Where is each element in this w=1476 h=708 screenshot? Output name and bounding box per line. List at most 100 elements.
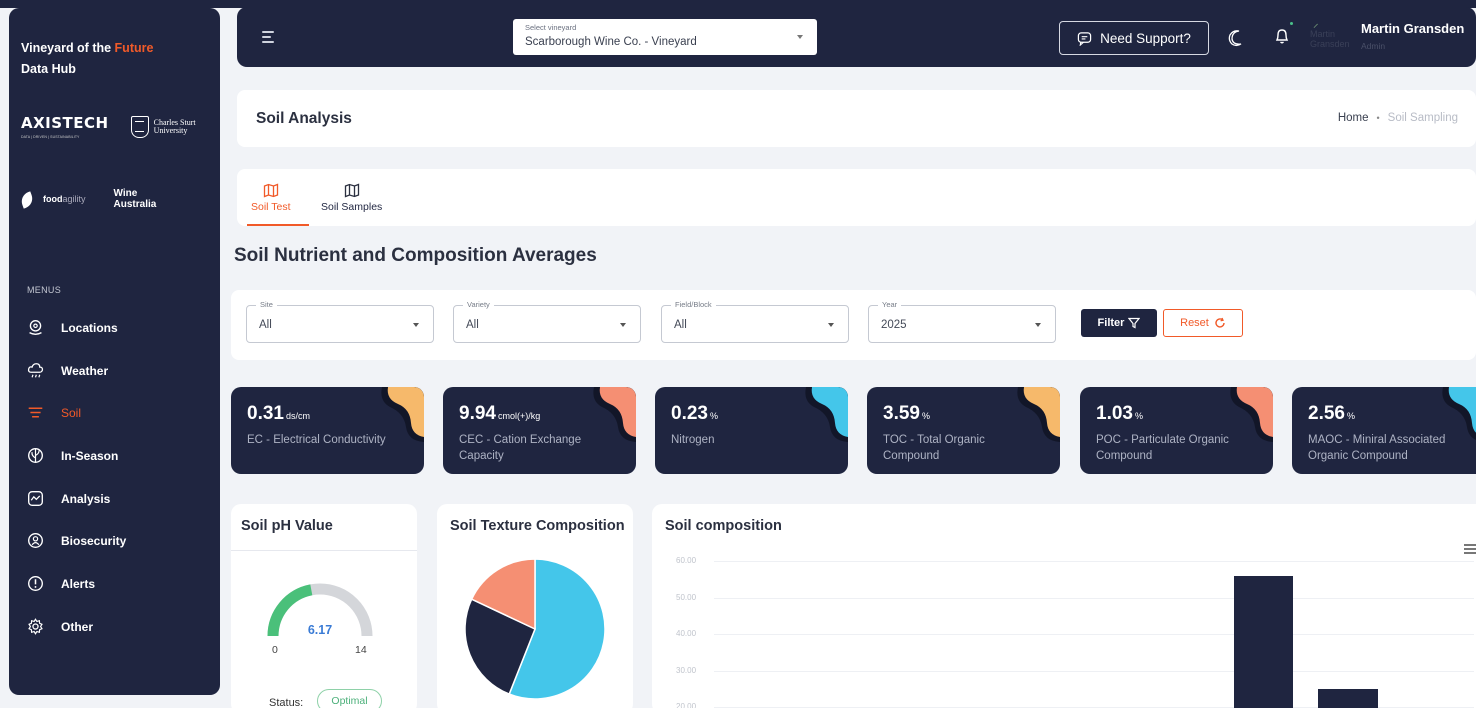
stat-card-nitrogen: 0.23% Nitrogen [655,387,848,474]
chat-icon [1077,31,1092,46]
sidebar: Vineyard of the Future Data Hub AXISTECH… [9,8,220,695]
stat-card-ec: 0.31 ds/cm EC - Electrical Conductivity [231,387,424,474]
tab-soil-test[interactable]: Soil Test [251,183,291,213]
active-tab-indicator [247,224,309,226]
reset-button[interactable]: Reset [1163,309,1243,337]
chevron-down-icon [797,35,803,39]
sidebar-item-soil[interactable]: Soil [27,404,81,421]
stat-card-poc: 1.03% POC - Particulate Organic Compound [1080,387,1273,474]
field-block-select[interactable]: Field/Block All [661,300,849,343]
sidebar-item-biosecurity[interactable]: Biosecurity [27,532,126,549]
tab-label: Soil Test [251,201,291,213]
sidebar-item-other[interactable]: Other [27,618,93,635]
foodagility-bold: food [43,194,63,204]
breadcrumb: Home • Soil Sampling [1338,112,1458,124]
wine-logo-line2: Australia [113,199,157,210]
brand-accent: Future [114,41,154,55]
foodagility-leaf-icon [21,191,39,207]
sidebar-item-label: Soil [61,405,82,420]
sidebar-item-weather[interactable]: Weather [27,362,108,379]
gauge-min-label: 0 [272,644,278,656]
stat-value: 0.23% [671,403,718,424]
site-select[interactable]: Site All [246,300,434,343]
stat-card-toc: 3.59% TOC - Total Organic Compound [867,387,1060,474]
csu-logo: Charles Sturt University [130,115,208,138]
stat-label: Nitrogen [671,434,715,446]
chart-menu-icon[interactable] [1464,544,1476,554]
y-tick-label: 20.00 [676,702,697,708]
sidebar-item-locations[interactable]: Locations [27,319,118,336]
site-select-label: Site [256,300,277,309]
y-tick-label: 30.00 [676,666,697,675]
stat-label: CEC - Cation Exchange Capacity [459,434,582,462]
axistech-logo-text: AXISTECH [21,114,109,132]
avatar[interactable]: ⸝ Martin Gransden [1310,19,1352,61]
menu-toggle-icon[interactable] [262,31,274,43]
chart-line-icon [28,491,43,506]
foodagility-light: agility [62,194,86,204]
sidebar-item-label: Alerts [61,576,96,591]
stat-value: 9.94 cmol(+)/kg [459,403,541,424]
bell-icon[interactable] [1273,27,1291,45]
user-role: Admin [1361,41,1386,51]
chevron-down-icon [413,323,419,327]
filter-button[interactable]: Filter [1081,309,1157,337]
stat-label: POC - Particulate Organic Compound [1096,434,1229,462]
gridline [714,561,1474,562]
stat-label: MAOC - Miniral Associated Organic Compou… [1308,434,1446,462]
axistech-logo: AXISTECH DATA | DRIVEN | SUSTAINABILITY [21,114,109,139]
shield-icon [28,533,43,548]
section-title: Soil Nutrient and Composition Averages [234,245,597,266]
vineyard-select-value: Scarborough Wine Co. - Vineyard [525,36,697,48]
csu-logo-text: Charles Sturt University [153,117,196,135]
field-block-select-label: Field/Block [671,300,716,309]
sidebar-item-in-season[interactable]: In-Season [27,447,118,464]
texture-panel: Soil Texture Composition [437,504,633,708]
sidebar-item-label: Other [61,619,94,634]
year-select[interactable]: Year 2025 [868,300,1056,343]
wine-logo-line1: Wine [113,188,138,199]
sidebar-item-alerts[interactable]: Alerts [27,575,95,592]
cloud-rain-icon [27,363,44,378]
tab-soil-samples[interactable]: Soil Samples [321,183,382,213]
sidebar-item-analysis[interactable]: Analysis [27,490,110,507]
vineyard-select[interactable]: Select vineyard Scarborough Wine Co. - V… [513,19,817,55]
texture-pie-chart [464,558,606,700]
tab-label: Soil Samples [321,201,383,213]
gridline [714,634,1474,635]
gridline [714,598,1474,599]
ph-value: 6.17 [307,623,333,637]
stat-label: EC - Electrical Conductivity [247,434,386,446]
gridline [714,671,1474,672]
y-tick-label: 60.00 [676,556,697,565]
brand-line1: Vineyard of the [21,41,115,55]
stat-value: 2.56% [1308,403,1355,424]
foodagility-logo: foodagility [43,194,86,204]
variety-select[interactable]: Variety All [453,300,641,343]
alert-circle-icon [28,576,43,591]
breadcrumb-home[interactable]: Home [1338,112,1369,124]
partner-logos-row1: AXISTECH DATA | DRIVEN | SUSTAINABILITY … [21,114,208,139]
sidebar-item-label: Analysis [61,491,111,506]
map-icon [263,183,278,198]
need-support-button[interactable]: Need Support? [1059,21,1209,55]
ph-panel: Soil pH Value 6.17 0 14 Status: Optimal [231,504,417,708]
composition-panel: Soil composition 60.00 50.00 40.00 30.00 20.… [652,504,1476,708]
composition-bar-0[interactable] [1234,575,1293,708]
breadcrumb-separator: • [1376,113,1380,123]
filter-button-label: Filter [1097,317,1125,329]
leaf-icon [28,448,43,463]
stat-value: 0.31 ds/cm [247,403,310,424]
reset-button-label: Reset [1180,317,1209,329]
brand-title: Vineyard of the Future Data Hub [21,38,153,80]
chevron-down-icon [620,323,626,327]
composition-panel-title: Soil composition [665,518,782,534]
composition-bar-1[interactable] [1318,688,1378,708]
field-block-select-value: All [674,319,687,331]
vineyard-select-label: Select vineyard [525,23,577,32]
tab-bar: Soil Test Soil Samples [237,169,1476,226]
user-name[interactable]: Martin Gransden [1361,21,1464,36]
notification-dot [1290,22,1293,25]
brand-line2: Data Hub [21,62,76,76]
moon-icon[interactable] [1227,29,1245,47]
